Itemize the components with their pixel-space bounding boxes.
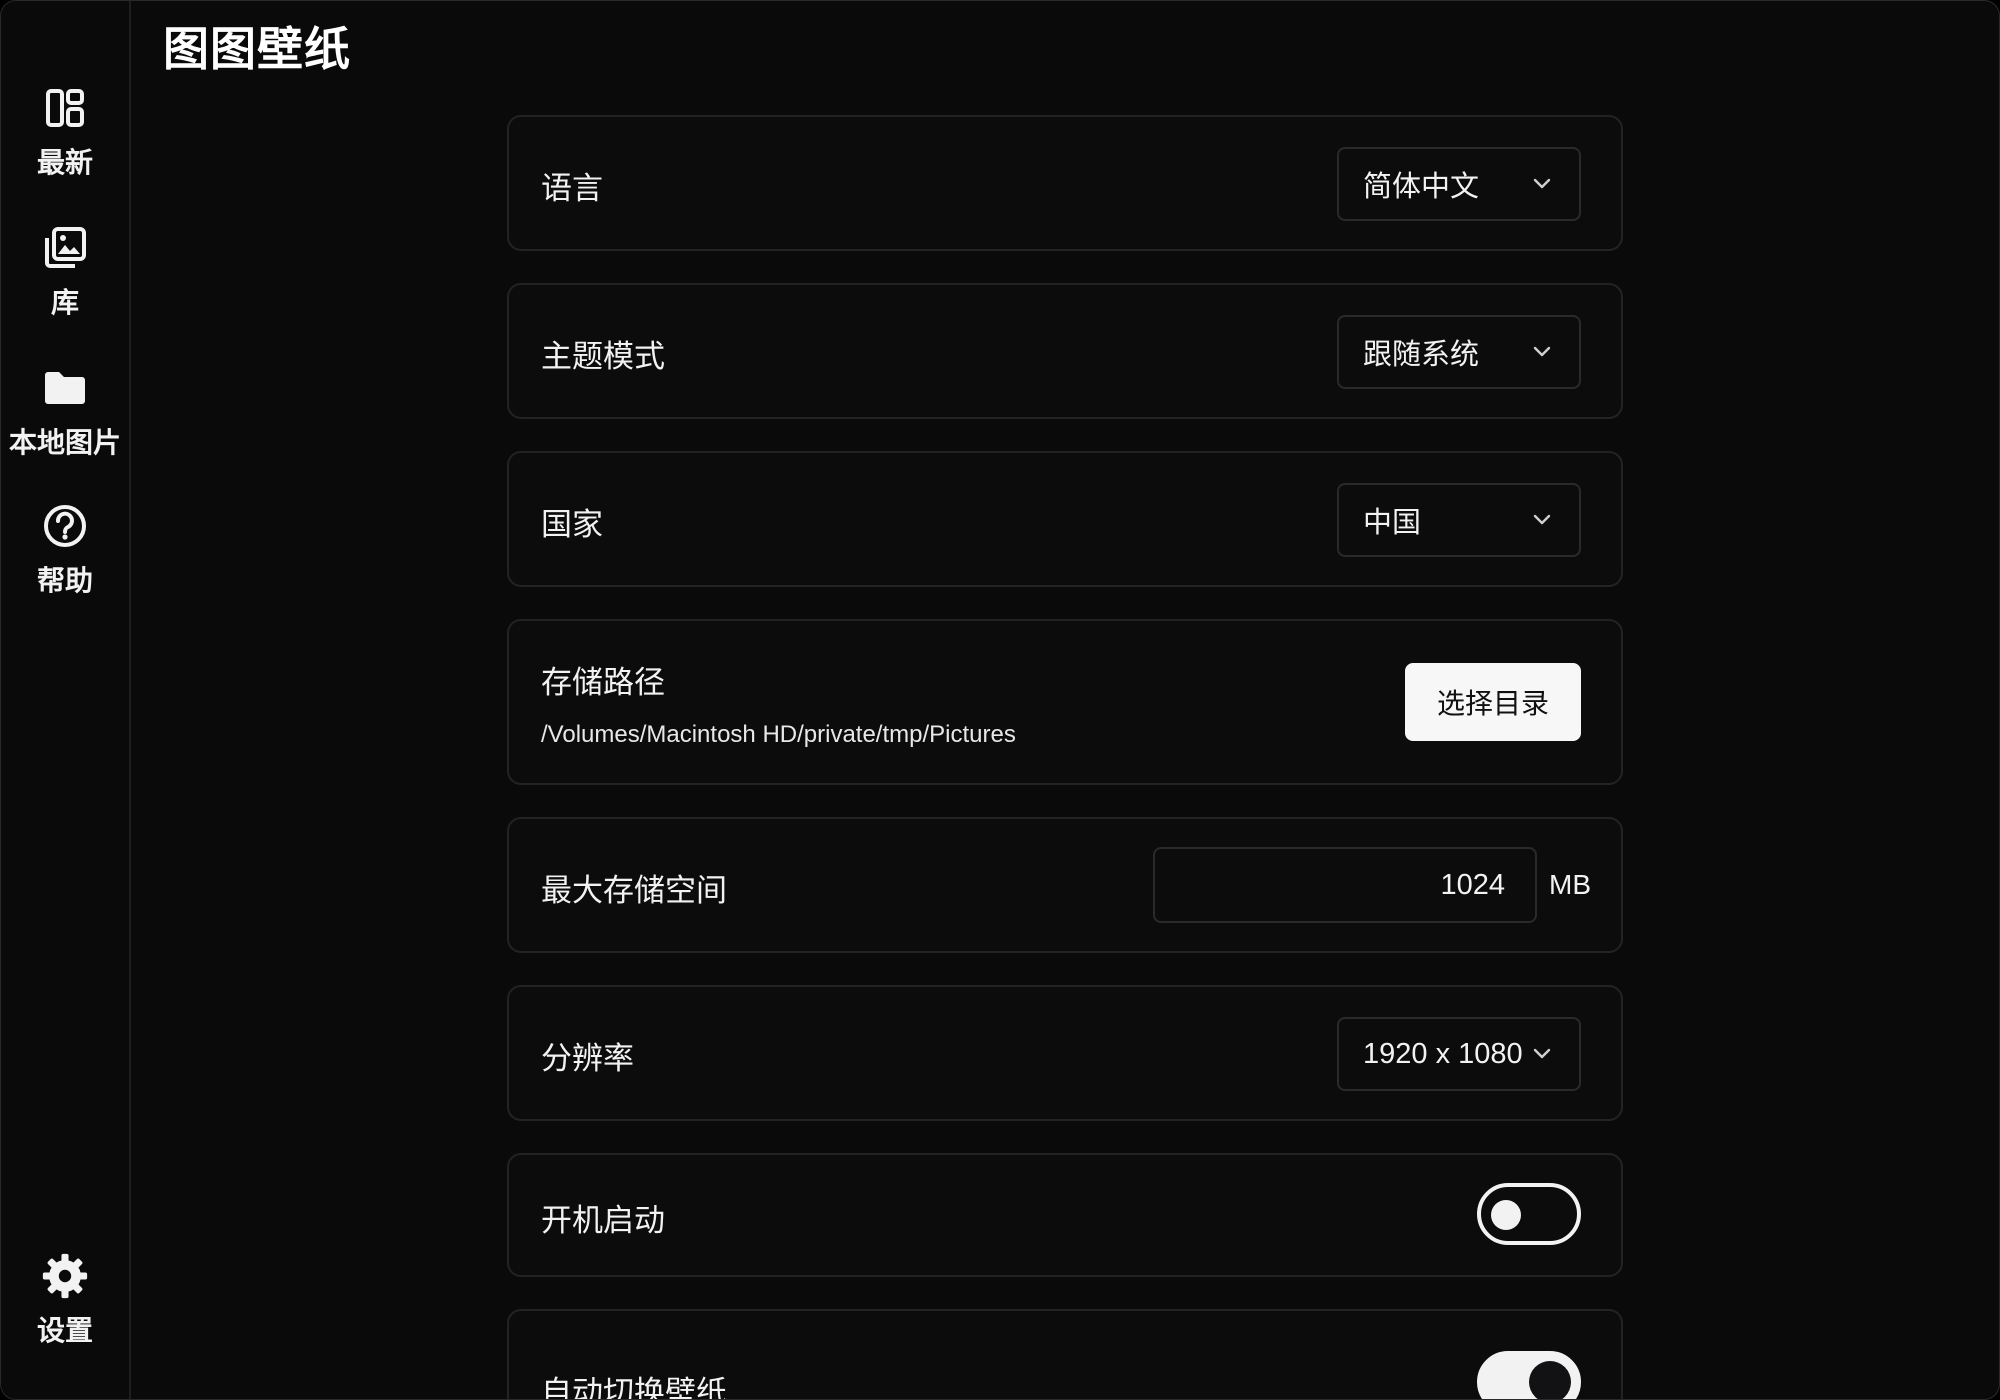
- sidebar-item-label: 库: [50, 286, 79, 319]
- launch-at-startup-toggle[interactable]: [1477, 1183, 1581, 1245]
- language-select-value: 简体中文: [1363, 169, 1480, 203]
- setting-language-card: 语言 简体中文: [507, 115, 1623, 251]
- max-storage-input[interactable]: [1153, 847, 1537, 923]
- chevron-down-icon: [1533, 1048, 1551, 1059]
- setting-theme-card: 主题模式 跟随系统: [507, 283, 1623, 419]
- sidebar-item-library[interactable]: 库: [1, 225, 129, 321]
- setting-theme-label: 主题模式: [541, 339, 665, 375]
- sidebar-item-label: 帮助: [36, 564, 93, 597]
- chevron-down-icon: [1533, 178, 1551, 189]
- setting-auto-switch-label: 自动切换壁纸: [541, 1375, 727, 1400]
- chevron-down-icon: [1533, 514, 1551, 525]
- sidebar-item-label: 本地图片: [8, 426, 121, 459]
- sidebar-item-label: 设置: [36, 1314, 93, 1347]
- setting-resolution-card: 分辨率 1920 x 1080: [507, 985, 1623, 1121]
- sidebar-item-settings[interactable]: 设置: [1, 1253, 129, 1349]
- country-select-value: 中国: [1363, 505, 1422, 539]
- sidebar: 最新 库 本地图片 帮助 设置: [1, 1, 131, 1399]
- storage-path-value: /Volumes/Macintosh HD/private/tmp/Pictur…: [541, 721, 1016, 748]
- sidebar-item-local-images[interactable]: 本地图片: [1, 365, 129, 461]
- app-window: 最新 库 本地图片 帮助 设置 图图壁纸 语言 简体中文 主题模式 跟随系统 国…: [0, 0, 2000, 1400]
- sidebar-item-latest[interactable]: 最新: [1, 85, 129, 181]
- setting-max-storage-card: 最大存储空间 MB: [507, 817, 1623, 953]
- sidebar-item-label: 最新: [36, 146, 93, 179]
- choose-directory-button[interactable]: 选择目录: [1405, 663, 1581, 741]
- chevron-down-icon: [1533, 346, 1551, 357]
- setting-storage-path-card: 存储路径 /Volumes/Macintosh HD/private/tmp/P…: [507, 619, 1623, 785]
- app-title: 图图壁纸: [163, 22, 351, 76]
- setting-launch-at-startup-label: 开机启动: [541, 1203, 665, 1239]
- resolution-select[interactable]: 1920 x 1080: [1337, 1017, 1581, 1091]
- theme-select[interactable]: 跟随系统: [1337, 315, 1581, 389]
- setting-language-label: 语言: [541, 171, 603, 207]
- language-select[interactable]: 简体中文: [1337, 147, 1581, 221]
- dashboard-icon: [42, 85, 88, 131]
- setting-launch-at-startup-card: 开机启动: [507, 1153, 1623, 1277]
- max-storage-unit: MB: [1549, 869, 1591, 900]
- setting-auto-switch-card: 自动切换壁纸: [507, 1309, 1623, 1400]
- setting-max-storage-label: 最大存储空间: [541, 873, 727, 909]
- setting-storage-path-label: 存储路径: [541, 665, 665, 701]
- sidebar-item-help[interactable]: 帮助: [1, 503, 129, 599]
- setting-country-card: 国家 中国: [507, 451, 1623, 587]
- auto-switch-toggle[interactable]: [1477, 1351, 1581, 1399]
- folder-icon: [42, 365, 88, 411]
- toggle-knob: [1529, 1361, 1571, 1399]
- resolution-select-value: 1920 x 1080: [1363, 1037, 1523, 1070]
- toggle-knob: [1491, 1200, 1521, 1230]
- country-select[interactable]: 中国: [1337, 483, 1581, 557]
- setting-resolution-label: 分辨率: [541, 1041, 634, 1077]
- help-icon: [42, 503, 88, 549]
- setting-country-label: 国家: [541, 507, 603, 543]
- gallery-icon: [42, 225, 88, 271]
- theme-select-value: 跟随系统: [1363, 337, 1480, 371]
- gear-icon: [42, 1253, 88, 1299]
